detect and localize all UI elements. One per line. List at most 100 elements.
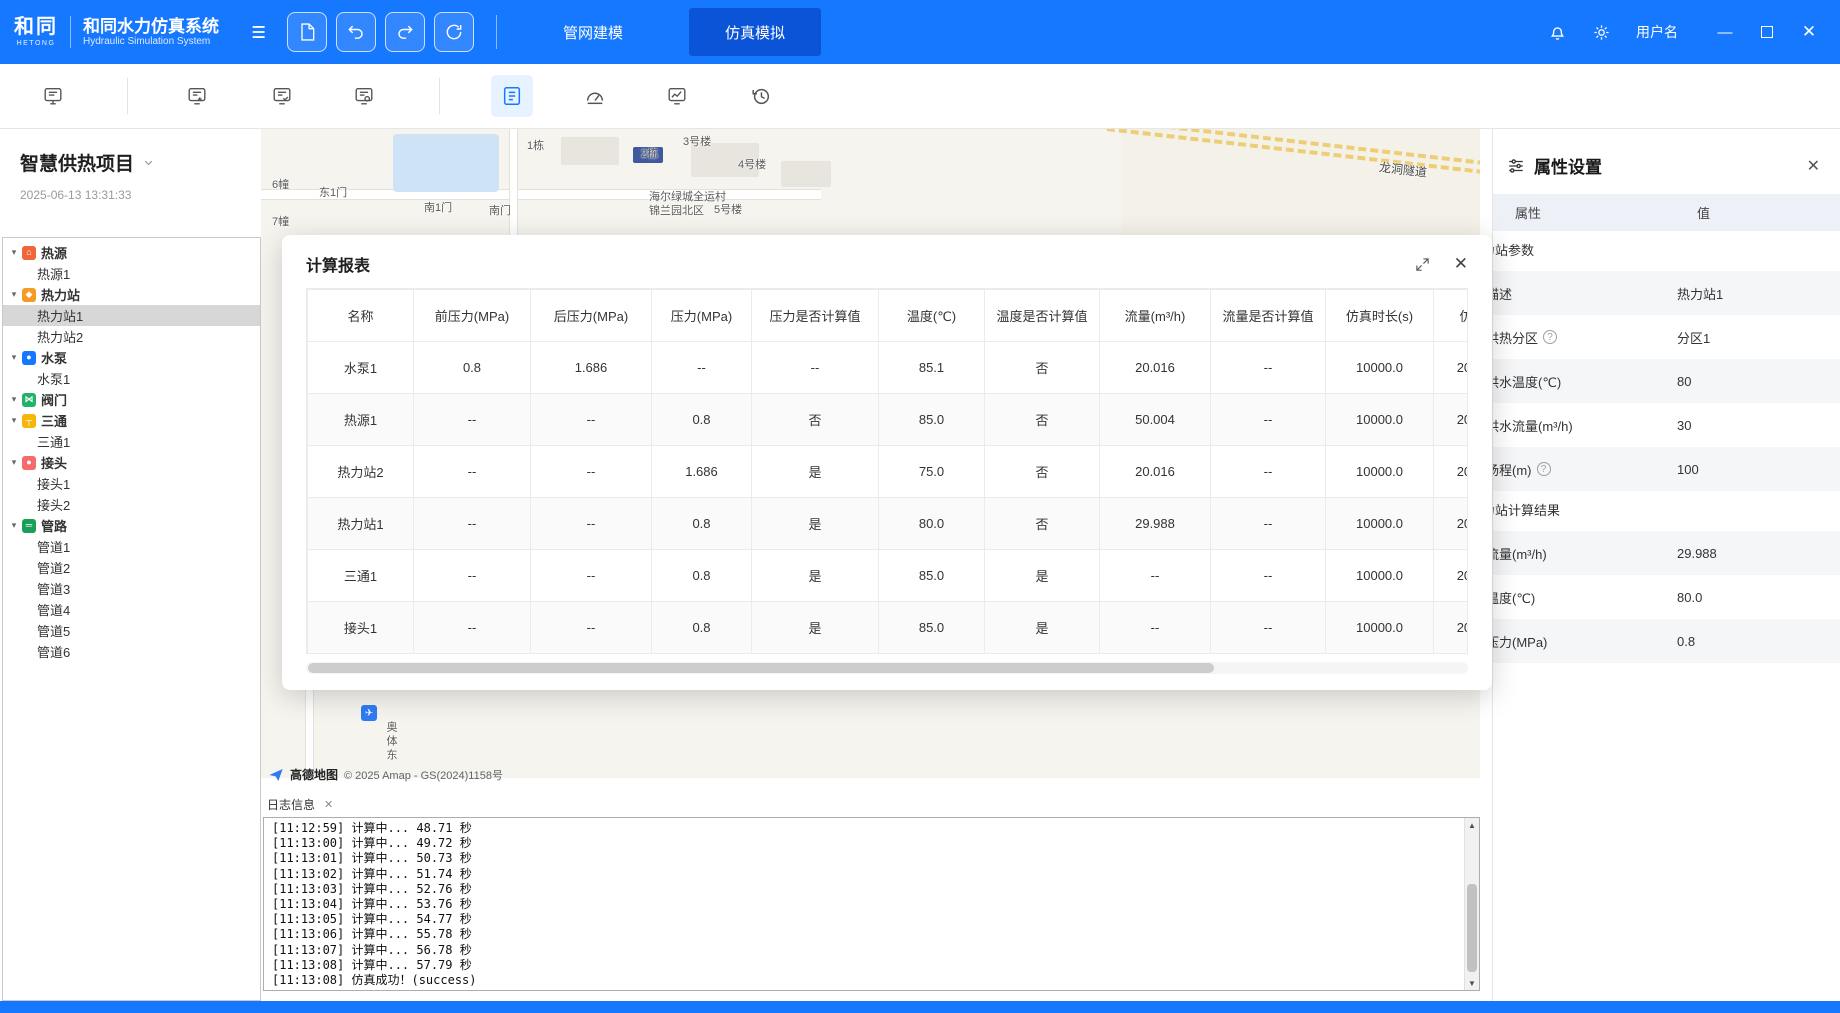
redo-button[interactable] — [385, 12, 425, 52]
tab-simulation[interactable]: 仿真模拟 — [689, 8, 821, 56]
chevron-down-icon[interactable] — [142, 156, 155, 169]
report-table-wrap: 名称前压力(MPa)后压力(MPa)压力(MPa)压力是否计算值温度(℃)温度是… — [306, 288, 1468, 654]
collapse-arrow-icon[interactable]: ▾ — [8, 520, 20, 531]
property-row[interactable]: 压力(MPa)0.8 — [1493, 619, 1840, 663]
collapse-arrow-icon[interactable]: ▾ — [8, 352, 20, 363]
report-cell: -- — [1211, 550, 1326, 602]
tree-item-热力站2[interactable]: 热力站2 — [3, 326, 260, 347]
tree-item-热源[interactable]: ▾⌂热源 — [3, 242, 260, 263]
property-label: 压力(MPa) — [1492, 632, 1677, 651]
tree-item-热力站[interactable]: ▾◆热力站 — [3, 284, 260, 305]
help-icon[interactable]: ? — [1537, 462, 1551, 476]
horizontal-scrollbar-thumb[interactable] — [308, 663, 1214, 673]
report-cell: -- — [531, 602, 652, 654]
log-output[interactable]: [11:12:59] 计算中... 48.71 秒[11:13:00] 计算中.… — [263, 817, 1480, 991]
log-tab-row: 日志信息 ✕ — [267, 796, 333, 813]
window-maximize-button[interactable] — [1746, 12, 1788, 52]
horizontal-scrollbar[interactable] — [306, 662, 1468, 674]
curve-monitor-button[interactable] — [656, 75, 698, 117]
window-close-button[interactable]: ✕ — [1788, 12, 1830, 52]
modal-close-icon[interactable]: ✕ — [1454, 254, 1468, 274]
log-tab[interactable]: 日志信息 — [267, 796, 315, 813]
report-cell: -- — [652, 342, 752, 394]
tree-item-热力站1[interactable]: 热力站1 — [3, 305, 260, 326]
log-tab-close-icon[interactable]: ✕ — [324, 798, 333, 811]
property-label: 描述 — [1492, 284, 1677, 303]
notification-bell-icon[interactable] — [1540, 15, 1574, 49]
window-minimize-button[interactable]: — — [1704, 12, 1746, 52]
tree-item-label: 阀门 — [41, 390, 67, 409]
property-row[interactable]: 供热分区?分区1 — [1493, 315, 1840, 359]
device-report-button-3[interactable] — [261, 75, 303, 117]
gauge-button[interactable] — [574, 75, 616, 117]
device-report-button-1[interactable] — [32, 75, 74, 117]
property-row[interactable]: 供水温度(℃)80 — [1493, 359, 1840, 403]
tree-item-管道3[interactable]: 管道3 — [3, 578, 260, 599]
property-row[interactable]: 流量(m³/h)29.988 — [1493, 531, 1840, 575]
vertical-scrollbar-thumb[interactable] — [1467, 884, 1477, 972]
log-line: [11:13:00] 计算中... 49.72 秒 — [272, 836, 1471, 851]
device-report-button-4[interactable] — [343, 75, 385, 117]
log-line: [11:13:07] 计算中... 56.78 秒 — [272, 943, 1471, 958]
property-row[interactable]: 温度(℃)80.0 — [1493, 575, 1840, 619]
report-cell: 2025-06-13 11 — [1434, 394, 1469, 446]
tree-item-管路[interactable]: ▾═管路 — [3, 515, 260, 536]
collapse-arrow-icon[interactable]: ▾ — [8, 457, 20, 468]
properties-close-icon[interactable]: ✕ — [1807, 156, 1820, 176]
history-button[interactable] — [740, 75, 782, 117]
tree-item-管道4[interactable]: 管道4 — [3, 599, 260, 620]
vertical-scrollbar[interactable]: ▲ ▼ — [1464, 818, 1479, 990]
log-line: [11:13:08] 计算中... 57.79 秒 — [272, 958, 1471, 973]
bottom-status-bar — [0, 1001, 1840, 1013]
menu-icon[interactable] — [249, 21, 271, 43]
property-row[interactable]: 扬程(m)?100 — [1493, 447, 1840, 491]
tree-item-阀门[interactable]: ▾⋈阀门 — [3, 389, 260, 410]
tree-item-热源1[interactable]: 热源1 — [3, 263, 260, 284]
tree-item-管道1[interactable]: 管道1 — [3, 536, 260, 557]
log-line: [11:13:04] 计算中... 53.76 秒 — [272, 897, 1471, 912]
collapse-arrow-icon[interactable]: ▾ — [8, 247, 20, 258]
report-cell: 否 — [985, 498, 1100, 550]
property-row[interactable]: 供水流量(m³/h)30 — [1493, 403, 1840, 447]
tree-item-接头[interactable]: ▾●接头 — [3, 452, 260, 473]
tree-item-水泵[interactable]: ▾●水泵 — [3, 347, 260, 368]
property-row[interactable]: 描述热力站1 — [1493, 271, 1840, 315]
tree-item-三通1[interactable]: 三通1 — [3, 431, 260, 452]
tree-item-label: 管路 — [41, 516, 67, 535]
joint-icon: ● — [22, 456, 36, 470]
report-list-button[interactable] — [491, 75, 533, 117]
app-header: 和同 HETONG 和同水力仿真系统 Hydraulic Simulation … — [0, 0, 1840, 64]
report-cell: 85.1 — [879, 342, 985, 394]
report-cell: 否 — [985, 394, 1100, 446]
undo-button[interactable] — [336, 12, 376, 52]
tree-item-三通[interactable]: ▾┬三通 — [3, 410, 260, 431]
collapse-arrow-icon[interactable]: ▾ — [8, 289, 20, 300]
tab-pipe-modeling[interactable]: 管网建模 — [537, 0, 649, 64]
new-file-button[interactable] — [287, 12, 327, 52]
report-cell: 热力站2 — [308, 446, 414, 498]
refresh-button[interactable] — [434, 12, 474, 52]
tree-item-管道5[interactable]: 管道5 — [3, 620, 260, 641]
device-report-button-2[interactable] — [176, 75, 218, 117]
tree-item-接头1[interactable]: 接头1 — [3, 473, 260, 494]
collapse-arrow-icon[interactable]: ▾ — [8, 415, 20, 426]
property-value: 29.988 — [1677, 546, 1717, 561]
username-menu[interactable]: 用户名 — [1636, 22, 1678, 42]
scroll-down-icon[interactable]: ▼ — [1465, 976, 1479, 990]
map-poi-marker-icon[interactable]: ✈ — [361, 705, 377, 721]
help-icon[interactable]: ? — [1543, 330, 1557, 344]
tree-item-管道2[interactable]: 管道2 — [3, 557, 260, 578]
tree-item-水泵1[interactable]: 水泵1 — [3, 368, 260, 389]
collapse-arrow-icon[interactable]: ▾ — [8, 394, 20, 405]
properties-title: 属性设置 — [1534, 153, 1602, 178]
amap-logo-icon — [268, 767, 284, 783]
map-label: 6幢 — [272, 176, 289, 192]
property-value: 80.0 — [1677, 590, 1702, 605]
app-logo: 和同 HETONG — [14, 17, 58, 47]
settings-gear-icon[interactable] — [1584, 15, 1618, 49]
tree-item-接头2[interactable]: 接头2 — [3, 494, 260, 515]
expand-icon[interactable] — [1415, 257, 1430, 272]
tree-item-管道6[interactable]: 管道6 — [3, 641, 260, 662]
scroll-up-icon[interactable]: ▲ — [1465, 818, 1479, 832]
report-cell: -- — [1100, 602, 1211, 654]
